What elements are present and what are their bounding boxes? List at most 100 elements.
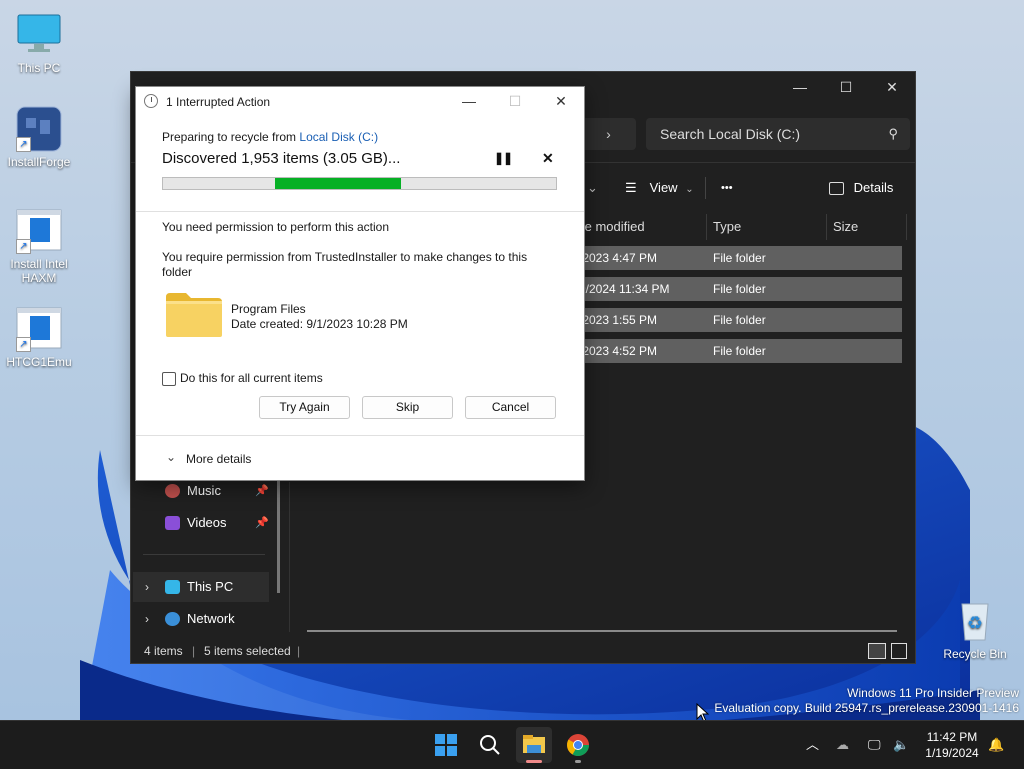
music-icon bbox=[165, 484, 180, 498]
desktop-icon-label: Install Intel HAXM bbox=[10, 257, 68, 285]
column-header-date-modified[interactable]: te modified bbox=[575, 214, 707, 240]
row-date: /2023 4:47 PM bbox=[579, 251, 658, 265]
dialog-titlebar: 1 Interrupted Action — ☐ ✕ bbox=[136, 87, 584, 117]
apply-all-label[interactable]: Do this for all current items bbox=[180, 371, 323, 385]
monitor-icon bbox=[16, 12, 62, 58]
details-label: Details bbox=[853, 180, 894, 195]
chevron-right-icon: › bbox=[145, 612, 149, 626]
stop-icon[interactable]: ✕ bbox=[542, 150, 554, 167]
desktop-icon-label: InstallForge bbox=[7, 155, 71, 169]
nav-item-this-pc[interactable]: › This PC bbox=[133, 572, 269, 602]
progress-bar bbox=[162, 177, 557, 190]
column-header-type[interactable]: Type bbox=[707, 214, 827, 240]
row-date: /2023 1:55 PM bbox=[579, 313, 658, 327]
application-icon: ↗ bbox=[16, 208, 62, 254]
row-type: File folder bbox=[713, 282, 766, 296]
sort-dropdown-chevron-icon[interactable]: ⌄ bbox=[587, 163, 598, 213]
pause-icon[interactable]: ❚❚ bbox=[494, 151, 513, 165]
installforge-icon: ↗ bbox=[16, 106, 62, 152]
item-name: Program Files bbox=[231, 302, 306, 316]
search-button[interactable] bbox=[472, 727, 508, 763]
nav-item-label: Network bbox=[187, 611, 235, 626]
shortcut-arrow-icon: ↗ bbox=[16, 137, 31, 152]
apply-all-checkbox[interactable] bbox=[162, 372, 176, 386]
close-button[interactable]: ✕ bbox=[869, 72, 915, 104]
desktop-icon-install-intel-haxm[interactable]: ↗ Install Intel HAXM bbox=[1, 208, 77, 285]
table-row[interactable]: 9/2024 11:34 PM File folder bbox=[579, 277, 902, 301]
table-row[interactable]: /2023 4:52 PM File folder bbox=[579, 339, 902, 363]
details-pane-button[interactable]: Details bbox=[829, 163, 893, 213]
row-date: /2023 4:52 PM bbox=[579, 344, 658, 358]
cancel-button[interactable]: Cancel bbox=[465, 396, 556, 419]
start-button[interactable] bbox=[428, 727, 464, 763]
table-row[interactable]: /2023 1:55 PM File folder bbox=[579, 308, 902, 332]
search-icon bbox=[480, 735, 500, 755]
status-bar: 4 items | 5 items selected | bbox=[131, 640, 915, 662]
taskbar: ︿ ☁ 🖵 🔈 11:42 PM 1/19/2024 🔔 bbox=[0, 720, 1024, 769]
nav-item-network[interactable]: › Network bbox=[133, 604, 269, 634]
desktop-icon-this-pc[interactable]: This PC bbox=[1, 12, 77, 75]
view-label: View bbox=[649, 180, 678, 195]
search-input[interactable]: Search Local Disk (C:) ⚲ bbox=[646, 118, 910, 150]
folder-icon bbox=[166, 293, 222, 337]
notification-bell-icon[interactable]: 🔔 bbox=[988, 721, 1004, 769]
desktop-icon-installforge[interactable]: ↗ InstallForge bbox=[1, 106, 77, 169]
shortcut-arrow-icon: ↗ bbox=[16, 337, 31, 352]
nav-item-label: This PC bbox=[187, 579, 234, 594]
status-divider: | bbox=[192, 644, 196, 658]
horizontal-scrollbar[interactable] bbox=[307, 630, 897, 632]
cloud-offline-icon[interactable]: ☁ bbox=[836, 721, 849, 769]
chrome-icon bbox=[567, 734, 589, 756]
videos-icon bbox=[165, 516, 180, 530]
more-details-toggle[interactable]: ⌄ More details bbox=[136, 437, 584, 480]
desktop-icon-label: This PC bbox=[17, 61, 61, 75]
minimize-button[interactable]: — bbox=[446, 87, 492, 117]
details-view-icon[interactable] bbox=[868, 643, 886, 659]
pane-divider bbox=[289, 482, 290, 632]
progress-fill bbox=[275, 178, 401, 189]
mouse-cursor-icon bbox=[696, 703, 710, 720]
skip-button[interactable]: Skip bbox=[362, 396, 453, 419]
source-link[interactable]: Local Disk (C:) bbox=[299, 130, 378, 144]
volume-muted-icon[interactable]: 🔈 bbox=[893, 721, 909, 769]
close-button[interactable]: ✕ bbox=[538, 87, 584, 117]
desktop-icon-label: Recycle Bin bbox=[943, 647, 1007, 661]
chevron-down-icon: ⌄ bbox=[685, 184, 694, 195]
try-again-button[interactable]: Try Again bbox=[259, 396, 350, 419]
desktop-icon-label: HTCG1Emu bbox=[6, 355, 72, 369]
breadcrumb-chevron[interactable]: › bbox=[581, 118, 636, 150]
minimize-button[interactable]: — bbox=[777, 72, 823, 104]
network-monitor-icon[interactable]: 🖵 bbox=[868, 721, 881, 769]
discovered-text: Discovered 1,953 items (3.05 GB)... bbox=[162, 150, 401, 167]
large-icons-view-icon[interactable] bbox=[891, 643, 907, 659]
permission-detail: You require permission from TrustedInsta… bbox=[162, 250, 528, 279]
row-type: File folder bbox=[713, 251, 766, 265]
desktop-icon-htcg1emu[interactable]: ↗ HTCG1Emu bbox=[1, 306, 77, 369]
taskbar-file-explorer[interactable] bbox=[516, 727, 552, 763]
taskbar-chrome[interactable] bbox=[560, 727, 596, 763]
view-button[interactable]: ☰ View ⌄ bbox=[625, 163, 694, 213]
more-options-button[interactable]: ••• bbox=[721, 163, 733, 213]
active-indicator bbox=[526, 760, 542, 763]
maximize-button[interactable]: ☐ bbox=[823, 72, 869, 104]
column-header-size[interactable]: Size bbox=[827, 214, 907, 240]
table-row[interactable]: /2023 4:47 PM File folder bbox=[579, 246, 902, 270]
search-icon: ⚲ bbox=[888, 126, 898, 141]
row-type: File folder bbox=[713, 344, 766, 358]
show-hidden-icons-chevron-icon[interactable]: ︿ bbox=[806, 721, 819, 769]
progress-section: Preparing to recycle from Local Disk (C:… bbox=[136, 117, 584, 213]
taskbar-clock[interactable]: 11:42 PM 1/19/2024 bbox=[922, 729, 982, 761]
nav-scrollbar[interactable] bbox=[277, 467, 280, 593]
clock-date: 1/19/2024 bbox=[925, 746, 979, 760]
desktop-icon-recycle-bin[interactable]: ♻ Recycle Bin bbox=[937, 598, 1013, 661]
nav-divider bbox=[143, 554, 265, 555]
application-icon: ↗ bbox=[16, 306, 62, 352]
item-date-created: Date created: 9/1/2023 10:28 PM bbox=[231, 317, 408, 331]
dialog-title: 1 Interrupted Action bbox=[166, 95, 271, 109]
clock-icon bbox=[144, 94, 158, 108]
chevron-down-icon: ⌄ bbox=[166, 450, 177, 464]
divider bbox=[136, 211, 584, 212]
toolbar-divider bbox=[705, 177, 706, 199]
nav-item-videos[interactable]: Videos 📌 bbox=[133, 508, 269, 538]
watermark-build: Evaluation copy. Build 25947.rs_prerelea… bbox=[714, 701, 1019, 715]
